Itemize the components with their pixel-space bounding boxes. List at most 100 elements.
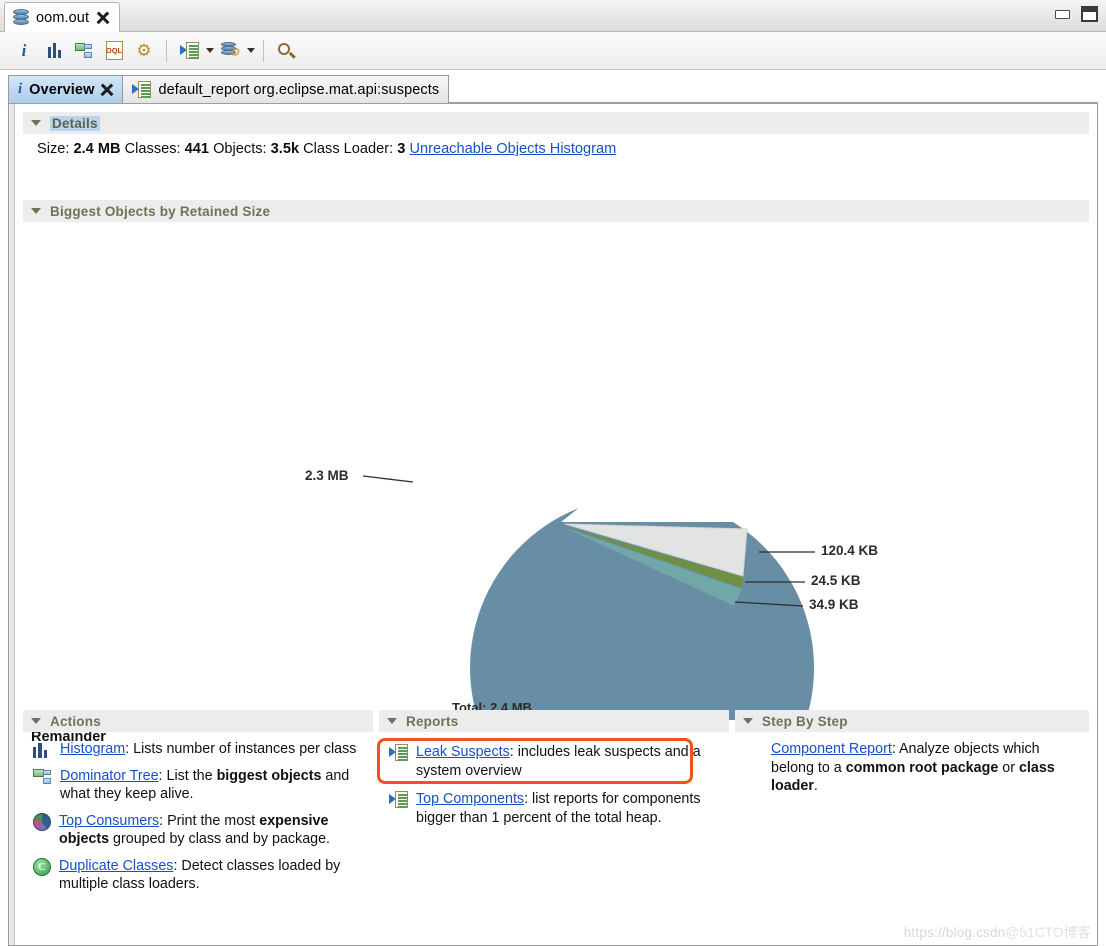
details-header-label: Details [50, 115, 100, 131]
duplicate-classes-link[interactable]: Duplicate Classes [59, 858, 173, 874]
desc3: . [813, 778, 818, 794]
actions-header-label: Actions [50, 713, 101, 729]
desc: Lists number of instances per class [129, 741, 357, 757]
top-consumers-icon [33, 812, 51, 831]
chevron-down-icon[interactable] [743, 718, 753, 724]
component-report-link[interactable]: Component Report [771, 741, 892, 757]
action-item-top-consumers[interactable]: Top Consumers: Print the most expensive … [33, 812, 369, 849]
close-icon[interactable] [96, 11, 109, 24]
biggest-objects-section-header[interactable]: Biggest Objects by Retained Size [23, 200, 1089, 222]
tab-overview[interactable]: i Overview [8, 75, 124, 103]
watermark-url: https://blog.csdn [903, 925, 1006, 940]
overview-content: Details Size: 2.4 MB Classes: 441 Object… [8, 104, 1098, 946]
classloader-label: Class Loader: [303, 141, 394, 157]
heap-dump-icon [13, 9, 29, 26]
chevron-down-icon[interactable] [31, 718, 41, 724]
unreachable-objects-histogram-link[interactable]: Unreachable Objects Histogram [409, 141, 616, 157]
toolbar-run-report-button[interactable] [175, 37, 203, 65]
desc2: grouped by class and by package. [109, 831, 331, 847]
action-item-duplicate-classes[interactable]: C Duplicate Classes: Detect classes load… [33, 857, 369, 894]
editor-tab-oom-out[interactable]: oom.out [4, 2, 121, 32]
report-item-leak-suspects[interactable]: Leak Suspects: includes leak suspects an… [389, 743, 725, 780]
dominator-tree-link[interactable]: Dominator Tree [60, 768, 159, 784]
action-item-text: Histogram: Lists number of instances per… [60, 740, 356, 759]
tab-default-report[interactable]: default_report org.eclipse.mat.api:suspe… [122, 75, 450, 103]
dominator-tree-icon [33, 768, 52, 786]
main-toolbar: i OQL ⚙ ⚙ [0, 32, 1106, 70]
reports-panel: Reports Leak Suspects: includes leak sus… [379, 710, 729, 940]
report-item-text: Top Components: list reports for compone… [416, 790, 706, 827]
close-icon[interactable] [101, 84, 113, 96]
step-by-step-list: Component Report: Analyze objects which … [735, 732, 1089, 804]
size-label: Size: [37, 141, 70, 157]
top-consumers-link[interactable]: Top Consumers [59, 813, 159, 829]
duplicate-classes-icon: C [33, 857, 51, 876]
toolbar-search-button[interactable] [272, 37, 300, 65]
action-item-dominator-tree[interactable]: Dominator Tree: List the biggest objects… [33, 767, 369, 804]
step-by-step-panel: Step By Step Component Report: Analyze o… [735, 710, 1089, 940]
classloader-value: 3 [397, 141, 406, 157]
chevron-down-icon[interactable] [31, 208, 41, 214]
search-icon [277, 42, 296, 60]
run-report-icon [389, 744, 408, 761]
run-report-dropdown-icon[interactable] [206, 48, 214, 53]
step-item-text: Component Report: Analyze objects which … [771, 740, 1085, 796]
eclipse-mat-window: oom.out i OQL ⚙ ⚙ i Overview default_rep… [0, 0, 1106, 946]
action-item-text: Top Consumers: Print the most expensive … [59, 812, 369, 849]
watermark: https://blog.csdn@51CTO博客 [904, 921, 1091, 941]
histogram-icon [33, 743, 52, 758]
reports-list: Leak Suspects: includes leak suspects an… [379, 732, 729, 835]
histogram-link[interactable]: Histogram [60, 741, 125, 757]
pie-label-24kb: 24.5 KB [811, 573, 861, 588]
toolbar-info-button[interactable]: i [10, 37, 38, 65]
actions-list: Histogram: Lists number of instances per… [23, 732, 373, 902]
window-tabbar: oom.out [0, 0, 1106, 32]
action-item-histogram[interactable]: Histogram: Lists number of instances per… [33, 740, 369, 759]
watermark-brand: @51CTO博客 [1005, 925, 1091, 940]
chevron-down-icon[interactable] [387, 718, 397, 724]
chevron-down-icon[interactable] [31, 120, 41, 126]
run-report-icon [389, 791, 408, 808]
toolbar-separator [166, 39, 167, 62]
details-line: Size: 2.4 MB Classes: 441 Objects: 3.5k … [37, 141, 616, 157]
leak-suspects-link[interactable]: Leak Suspects [416, 744, 510, 760]
actions-section-header[interactable]: Actions [23, 710, 373, 732]
step-by-step-header-label: Step By Step [762, 713, 848, 729]
info-icon: i [21, 40, 27, 60]
tab-default-report-label: default_report org.eclipse.mat.api:suspe… [158, 81, 440, 98]
report-item-top-components[interactable]: Top Components: list reports for compone… [389, 790, 725, 827]
view-tabbar: i Overview default_report org.eclipse.ma… [8, 75, 1098, 104]
classes-value: 441 [184, 141, 210, 157]
pie-chart-svg [362, 475, 815, 720]
toolbar-queries-button[interactable]: ⚙ [216, 37, 244, 65]
reports-section-header[interactable]: Reports [379, 710, 729, 732]
gear-icon: ⚙ [136, 41, 152, 60]
toolbar-oql-button[interactable]: OQL [100, 37, 128, 65]
pie-label-120kb: 120.4 KB [821, 543, 879, 558]
toolbar-gear-button[interactable]: ⚙ [130, 37, 158, 65]
histogram-icon [47, 43, 61, 58]
step-by-step-section-header[interactable]: Step By Step [735, 710, 1089, 732]
desc-bold: common root package [845, 759, 999, 776]
desc: List the [162, 767, 217, 784]
minimize-icon[interactable] [1055, 9, 1070, 19]
queries-dropdown-icon[interactable] [247, 48, 255, 53]
window-controls [1055, 6, 1098, 22]
oql-icon: OQL [105, 41, 123, 60]
pie-label-34kb: 34.9 KB [809, 597, 859, 612]
biggest-objects-header-label: Biggest Objects by Retained Size [50, 203, 271, 219]
objects-label: Objects: [213, 141, 267, 157]
report-item-text: Leak Suspects: includes leak suspects an… [416, 743, 706, 780]
details-section-header[interactable]: Details [23, 112, 1089, 134]
step-item-component-report[interactable]: Component Report: Analyze objects which … [771, 740, 1085, 796]
toolbar-dominator-tree-button[interactable] [70, 37, 98, 65]
toolbar-separator-2 [263, 39, 264, 62]
dominator-tree-icon [75, 42, 93, 59]
top-components-link[interactable]: Top Components [416, 791, 524, 807]
action-item-text: Duplicate Classes: Detect classes loaded… [59, 857, 369, 894]
maximize-icon[interactable] [1081, 6, 1098, 22]
run-report-icon [132, 81, 152, 98]
toolbar-histogram-button[interactable] [40, 37, 68, 65]
desc: Print the most [163, 812, 260, 829]
info-icon: i [18, 81, 23, 97]
